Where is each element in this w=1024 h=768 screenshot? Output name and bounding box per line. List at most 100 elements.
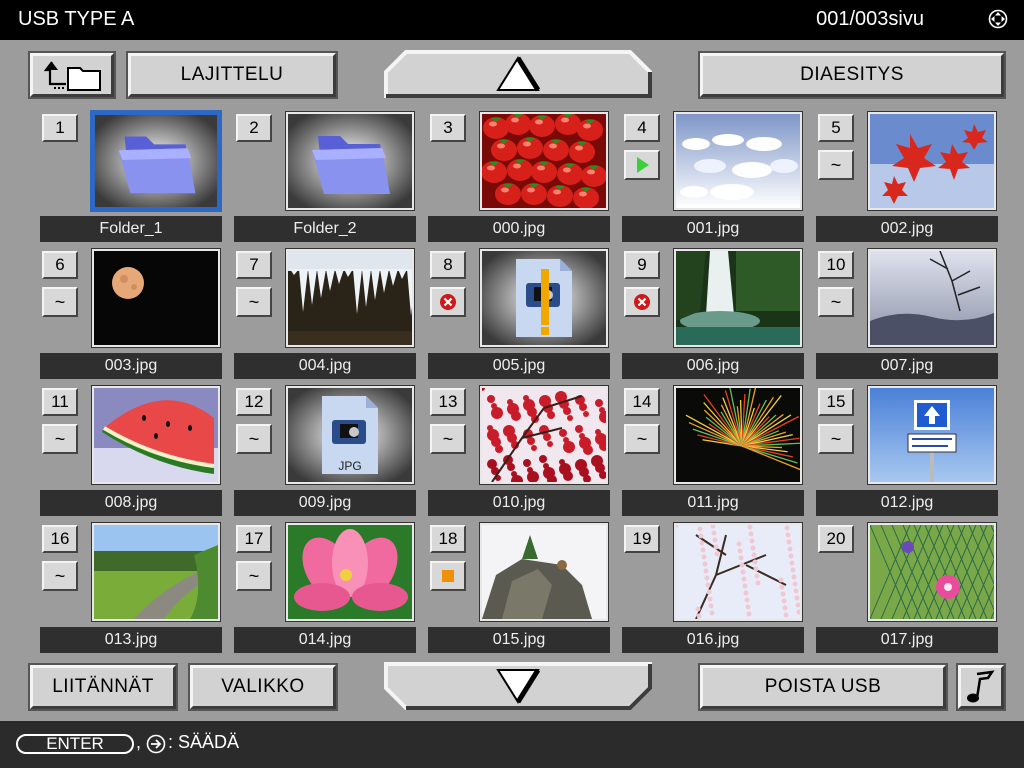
tilde-mark: ~: [830, 291, 842, 312]
thumbnail-image[interactable]: [479, 385, 609, 485]
thumbnail-tile[interactable]: 13 ~ 010.jpg: [428, 385, 618, 516]
maple-thumbnail: [870, 114, 994, 208]
adjust-hint: : SÄÄDÄ: [168, 732, 240, 752]
thumbnail-tile[interactable]: 11 ~ 008.jpg: [40, 385, 230, 516]
file-name: 008.jpg: [40, 490, 222, 516]
thumbnail-image[interactable]: [673, 385, 803, 485]
thumbnail-image[interactable]: [673, 522, 803, 622]
playback-status[interactable]: ~: [236, 287, 272, 317]
tile-number: 13: [430, 388, 466, 416]
thumbnail-image[interactable]: [479, 111, 609, 211]
inputs-button[interactable]: LIITÄNNÄT: [28, 663, 178, 711]
status-bar: ENTER , : SÄÄDÄ: [0, 721, 1024, 768]
icicles-thumbnail: [288, 251, 412, 345]
thumbnail-tile[interactable]: 10 ~ 007.jpg: [816, 248, 1006, 379]
arrow-up-icon: [384, 50, 652, 98]
blossom-thumbnail: [676, 525, 800, 619]
thumbnail-image[interactable]: [479, 522, 609, 622]
folder-up-icon: [43, 61, 101, 91]
playback-status[interactable]: ~: [818, 287, 854, 317]
scroll-up-button[interactable]: [384, 50, 652, 98]
remove-usb-button[interactable]: POISTA USB: [698, 663, 948, 711]
file-name: 001.jpg: [622, 216, 804, 242]
thumbnail-tile[interactable]: 3 000.jpg: [428, 111, 618, 242]
thumbnail-tile[interactable]: 19 016.jpg: [622, 522, 812, 653]
thumbnail-tile[interactable]: 16 ~ 013.jpg: [40, 522, 230, 653]
playback-status[interactable]: ~: [624, 424, 660, 454]
tilde-mark: ~: [54, 565, 66, 586]
folder-up-button[interactable]: [28, 51, 116, 99]
file-name: 013.jpg: [40, 627, 222, 653]
thumbnail-tile[interactable]: 9 006.jpg: [622, 248, 812, 379]
playback-status[interactable]: ~: [430, 424, 466, 454]
thumbnail-tile[interactable]: 17 ~ 014.jpg: [234, 522, 424, 653]
lotus-thumbnail: [288, 525, 412, 619]
scroll-down-button[interactable]: [384, 662, 652, 710]
thumbnail-image[interactable]: [867, 385, 997, 485]
playback-status[interactable]: ~: [42, 424, 78, 454]
thumbnail-tile[interactable]: 7 ~ 004.jpg: [234, 248, 424, 379]
tile-number: 1: [42, 114, 78, 142]
thumbnail-tile[interactable]: 1 Folder_1: [40, 110, 230, 242]
thumbnail-image[interactable]: [673, 111, 803, 211]
tile-number: 11: [42, 388, 78, 416]
watermelon-thumbnail: [94, 388, 218, 482]
thumbnail-image[interactable]: JPG: [285, 385, 415, 485]
playback-status[interactable]: ~: [42, 561, 78, 591]
sort-button[interactable]: LAJITTELU: [126, 51, 338, 99]
thumbnail-image[interactable]: [285, 248, 415, 348]
folder-thumbnail: [288, 114, 412, 208]
playback-status[interactable]: ~: [236, 561, 272, 591]
redtree-thumbnail: [482, 388, 606, 482]
menu-button[interactable]: VALIKKO: [188, 663, 338, 711]
direction-pad-icon: [988, 9, 1008, 29]
playback-status[interactable]: [430, 561, 466, 591]
thumbnail-tile[interactable]: 6 ~ 003.jpg: [40, 248, 230, 379]
file-name: Folder_1: [40, 216, 222, 242]
thumbnail-tile[interactable]: 20 017.jpg: [816, 522, 1006, 653]
file-name: Folder_2: [234, 216, 416, 242]
thumbnail-tile[interactable]: 15 ~ 012.jpg: [816, 385, 1006, 516]
thumbnail-image[interactable]: [867, 111, 997, 211]
thumbnail-tile[interactable]: 4 001.jpg: [622, 111, 812, 242]
playback-status[interactable]: [624, 150, 660, 180]
broken-thumbnail: [482, 251, 606, 345]
thumbnail-image[interactable]: [285, 111, 415, 211]
thumbnail-tile[interactable]: 8 005.jpg: [428, 248, 618, 379]
tile-number: 8: [430, 251, 466, 279]
tilde-mark: ~: [830, 154, 842, 175]
thumbnail-image[interactable]: [285, 522, 415, 622]
playback-status[interactable]: ~: [236, 424, 272, 454]
file-name: 002.jpg: [816, 216, 998, 242]
playback-status[interactable]: ~: [42, 287, 78, 317]
thumbnail-tile[interactable]: 14 ~ 011.jpg: [622, 385, 812, 516]
music-button[interactable]: [956, 663, 1006, 711]
thumbnail-tile[interactable]: 5 ~ 002.jpg: [816, 111, 1006, 242]
thumbnail-image[interactable]: [91, 385, 221, 485]
error-icon: [440, 294, 456, 310]
slideshow-button[interactable]: DIAESITYS: [698, 51, 1006, 99]
thumbnail-image[interactable]: [867, 248, 997, 348]
thumbnail-tile[interactable]: 2 Folder_2: [234, 111, 424, 242]
thumbnail-image[interactable]: [479, 248, 609, 348]
playback-status[interactable]: [624, 287, 660, 317]
tile-number: 5: [818, 114, 854, 142]
playback-status[interactable]: ~: [818, 150, 854, 180]
thumbnail-image[interactable]: [91, 248, 221, 348]
playback-status[interactable]: [430, 287, 466, 317]
thumbnail-image[interactable]: [90, 110, 222, 212]
thumbnail-image[interactable]: [673, 248, 803, 348]
thumbnail-tile[interactable]: 18 015.jpg: [428, 522, 618, 653]
thumbnail-image[interactable]: [91, 522, 221, 622]
file-name: 004.jpg: [234, 353, 416, 379]
hint-separator: ,: [136, 732, 142, 752]
folder-thumbnail: [95, 115, 217, 207]
thumbnail-tile[interactable]: 12 ~ JPG 009.jpg: [234, 385, 424, 516]
thumbnail-image[interactable]: [867, 522, 997, 622]
tilde-mark: ~: [248, 565, 260, 586]
playback-status[interactable]: ~: [818, 424, 854, 454]
tile-number: 4: [624, 114, 660, 142]
tile-number: 9: [624, 251, 660, 279]
moon-thumbnail: [94, 251, 218, 345]
file-name: 012.jpg: [816, 490, 998, 516]
